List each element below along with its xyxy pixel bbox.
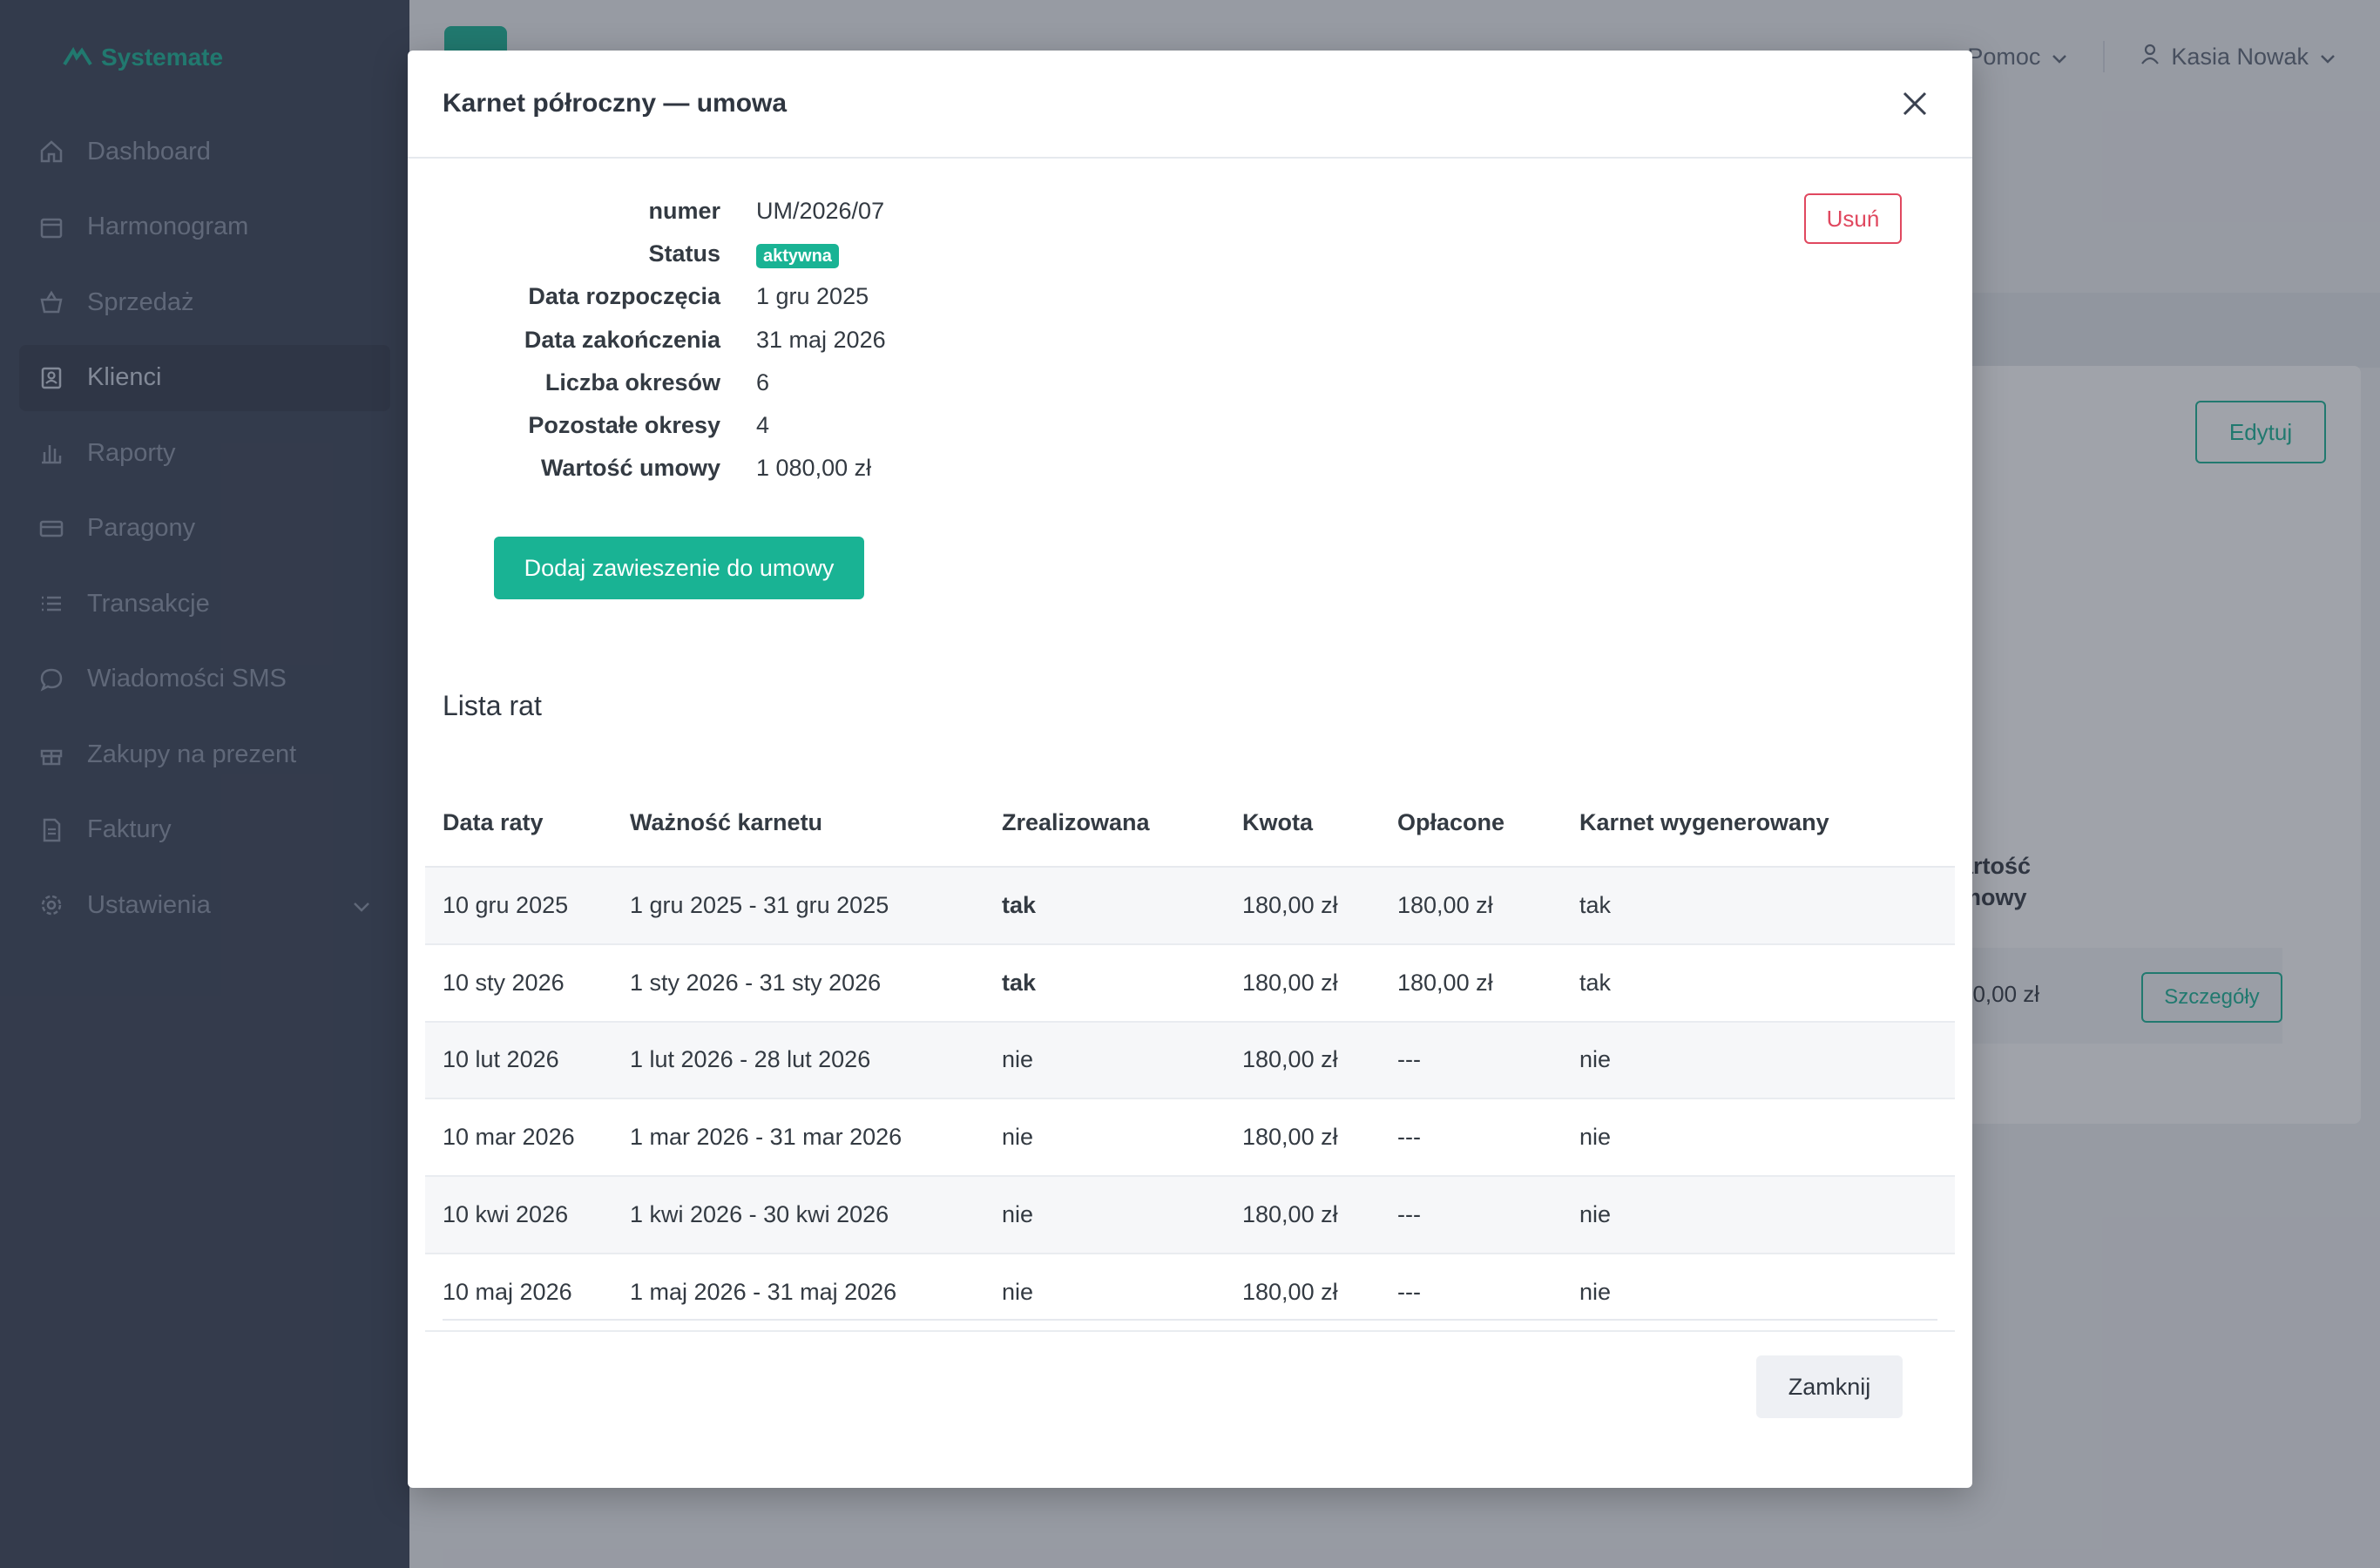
realized-status: nie xyxy=(1002,1046,1034,1073)
installment-date: 10 mar 2026 xyxy=(443,1124,575,1151)
table-header: Data raty Ważność karnetu Zrealizowana K… xyxy=(425,779,1955,868)
start-date: 1 gru 2025 xyxy=(756,283,869,310)
modal-title: Karnet półroczny — umowa xyxy=(443,89,788,118)
paid-amount: --- xyxy=(1397,1046,1421,1073)
contract-details: numer UM/2026/07 Status aktywna Data roz… xyxy=(408,190,1972,490)
paid-amount: 180,00 zł xyxy=(1397,969,1493,996)
detail-row-remaining: Pozostałe okresy 4 xyxy=(408,404,1972,447)
table-row: 10 kwi 2026 1 kwi 2026 - 30 kwi 2026 nie… xyxy=(425,1177,1955,1254)
realized-status: nie xyxy=(1002,1201,1034,1228)
realized-status: nie xyxy=(1002,1278,1034,1305)
amount: 180,00 zł xyxy=(1242,1278,1338,1305)
column-header: Opłacone xyxy=(1397,808,1505,835)
table-row: 10 mar 2026 1 mar 2026 - 31 mar 2026 nie… xyxy=(425,1099,1955,1178)
amount: 180,00 zł xyxy=(1242,1046,1338,1073)
amount: 180,00 zł xyxy=(1242,891,1338,918)
detail-label: Status xyxy=(648,240,720,267)
contract-value: 1 080,00 zł xyxy=(756,455,872,482)
realized-status: tak xyxy=(1002,969,1037,996)
column-header: Kwota xyxy=(1242,808,1313,835)
end-date: 31 maj 2026 xyxy=(756,326,886,353)
footer-divider xyxy=(443,1319,1937,1321)
pass-generated: nie xyxy=(1579,1046,1612,1073)
detail-label: Data zakończenia xyxy=(524,326,720,353)
pass-generated: tak xyxy=(1579,891,1612,918)
detail-row-status: Status aktywna xyxy=(408,233,1972,275)
column-header: Data raty xyxy=(443,808,544,835)
detail-row-periods: Liczba okresów 6 xyxy=(408,362,1972,404)
amount: 180,00 zł xyxy=(1242,1124,1338,1151)
pass-generated: nie xyxy=(1579,1278,1612,1305)
detail-row-end: Data zakończenia 31 maj 2026 xyxy=(408,319,1972,362)
column-header: Karnet wygenerowany xyxy=(1579,808,1829,835)
detail-label: Wartość umowy xyxy=(540,455,720,482)
close-icon[interactable] xyxy=(1892,81,1937,126)
realized-status: tak xyxy=(1002,891,1037,918)
periods-count: 6 xyxy=(756,368,770,395)
delete-button[interactable]: Usuń xyxy=(1804,193,1902,244)
detail-row-value: Wartość umowy 1 080,00 zł xyxy=(408,447,1972,490)
detail-label: numer xyxy=(648,198,720,225)
validity-period: 1 maj 2026 - 31 maj 2026 xyxy=(630,1278,897,1305)
paid-amount: --- xyxy=(1397,1201,1421,1228)
pass-generated: tak xyxy=(1579,969,1612,996)
installments-table: Data raty Ważność karnetu Zrealizowana K… xyxy=(425,779,1955,1332)
detail-row-number: numer UM/2026/07 xyxy=(408,190,1972,233)
installment-date: 10 lut 2026 xyxy=(443,1046,559,1073)
pass-generated: nie xyxy=(1579,1124,1612,1151)
validity-period: 1 kwi 2026 - 30 kwi 2026 xyxy=(630,1201,889,1228)
column-header: Ważność karnetu xyxy=(630,808,823,835)
installments-title: Lista rat xyxy=(443,690,542,721)
paid-amount: --- xyxy=(1397,1278,1421,1305)
amount: 180,00 zł xyxy=(1242,969,1338,996)
installment-date: 10 maj 2026 xyxy=(443,1278,572,1305)
installment-date: 10 sty 2026 xyxy=(443,969,565,996)
detail-label: Liczba okresów xyxy=(544,368,720,395)
pass-generated: nie xyxy=(1579,1201,1612,1228)
validity-period: 1 sty 2026 - 31 sty 2026 xyxy=(630,969,882,996)
table-row: 10 lut 2026 1 lut 2026 - 28 lut 2026 nie… xyxy=(425,1022,1955,1100)
realized-status: nie xyxy=(1002,1124,1034,1151)
detail-row-start: Data rozpoczęcia 1 gru 2025 xyxy=(408,275,1972,318)
validity-period: 1 mar 2026 - 31 mar 2026 xyxy=(630,1124,903,1151)
contract-number: UM/2026/07 xyxy=(756,198,885,225)
detail-label: Data rozpoczęcia xyxy=(528,283,720,310)
paid-amount: 180,00 zł xyxy=(1397,891,1493,918)
table-row: 10 sty 2026 1 sty 2026 - 31 sty 2026 tak… xyxy=(425,945,1955,1023)
modal-header: Karnet półroczny — umowa xyxy=(408,51,1972,159)
contract-modal: Karnet półroczny — umowa numer UM/2026/0… xyxy=(408,51,1972,1488)
detail-label: Pozostałe okresy xyxy=(528,412,720,439)
column-header: Zrealizowana xyxy=(1002,808,1150,835)
table-row: 10 gru 2025 1 gru 2025 - 31 gru 2025 tak… xyxy=(425,868,1955,945)
status-value: aktywna xyxy=(756,240,839,268)
installment-date: 10 gru 2025 xyxy=(443,891,569,918)
installment-date: 10 kwi 2026 xyxy=(443,1201,569,1228)
paid-amount: --- xyxy=(1397,1124,1421,1151)
remaining-periods: 4 xyxy=(756,412,770,439)
validity-period: 1 gru 2025 - 31 gru 2025 xyxy=(630,891,889,918)
close-button[interactable]: Zamknij xyxy=(1756,1355,1903,1418)
status-badge: aktywna xyxy=(756,243,839,268)
validity-period: 1 lut 2026 - 28 lut 2026 xyxy=(630,1046,871,1073)
amount: 180,00 zł xyxy=(1242,1201,1338,1228)
add-suspension-button[interactable]: Dodaj zawieszenie do umowy xyxy=(494,537,864,599)
